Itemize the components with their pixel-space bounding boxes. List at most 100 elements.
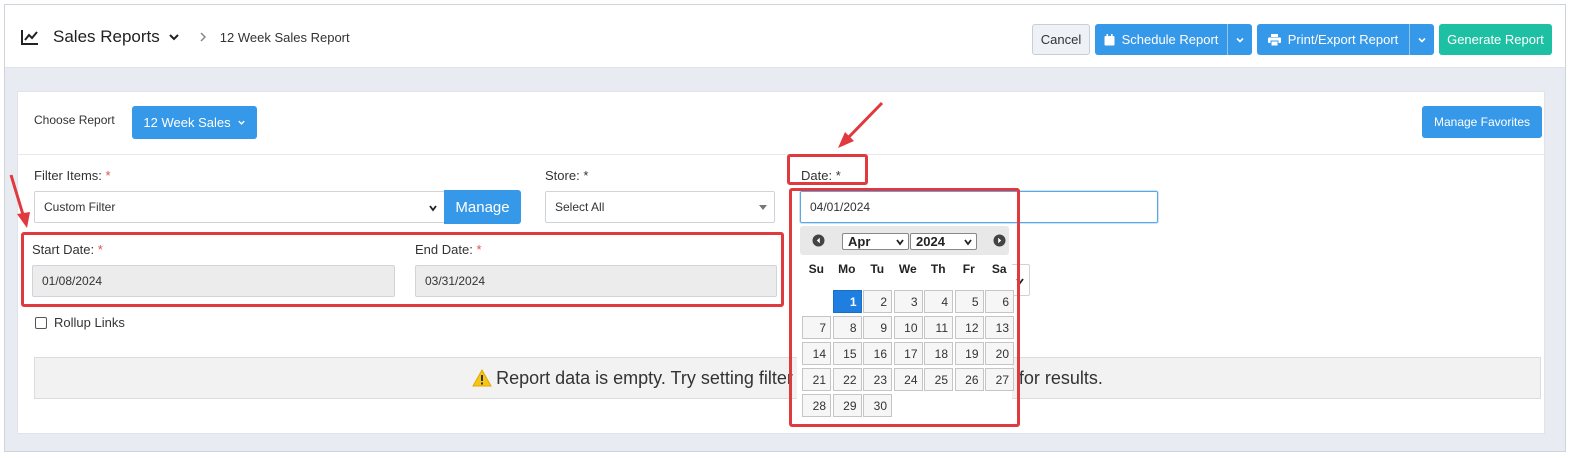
calendar-day[interactable]: 17 [893, 342, 923, 365]
calendar-day[interactable]: 29 [832, 394, 862, 417]
required-mark: * [105, 168, 111, 183]
page-header: Sales Reports 12 Week Sales Report [21, 27, 350, 47]
weekday-label: Tu [870, 262, 885, 276]
chevron-down-icon [237, 120, 245, 125]
breadcrumb: 12 Week Sales Report [219, 29, 350, 45]
calendar-day[interactable]: 20 [985, 342, 1014, 365]
store-label: Store: * [545, 168, 588, 183]
line-chart-icon [21, 30, 38, 45]
weekday-header: Su Mo Tu We Th Fr Sa [801, 262, 1015, 276]
calendar-day[interactable]: 30 [863, 394, 892, 417]
divider [18, 154, 1544, 155]
chevron-down-icon [1418, 37, 1426, 43]
dropdown-arrow-icon [759, 205, 767, 210]
calendar-day[interactable]: 15 [832, 342, 862, 365]
end-date-input[interactable]: 03/31/2024 [415, 265, 777, 297]
filter-items-label-text: Filter Items: [34, 168, 102, 183]
date-value: 04/01/2024 [810, 200, 871, 214]
manage-filter-button[interactable]: Manage [444, 190, 521, 224]
schedule-dropdown-toggle[interactable] [1227, 24, 1252, 55]
calendar-day[interactable]: 25 [924, 368, 953, 391]
datepicker-popup: Apr 2024 Su Mo Tu We Th Fr Sa 1 2 3 4 5 6 7 8 9 10 11 12 1… [797, 226, 1015, 421]
generate-report-button[interactable]: Generate Report [1439, 24, 1552, 55]
required-mark: * [97, 242, 103, 257]
calendar-day[interactable]: 24 [893, 368, 923, 391]
top-bar: Sales Reports 12 Week Sales Report Cance… [5, 5, 1565, 68]
calendar-day[interactable]: 3 [893, 290, 923, 313]
chevron-down-icon[interactable] [168, 31, 180, 43]
chevron-down-icon [1236, 37, 1244, 43]
calendar-day[interactable]: 16 [863, 342, 892, 365]
calendar-day[interactable]: 2 [863, 290, 892, 313]
rollup-links-label[interactable]: Rollup Links [54, 315, 125, 330]
calendar-icon [1104, 33, 1115, 45]
calendar-day[interactable]: 12 [954, 316, 984, 339]
page-title[interactable]: Sales Reports [53, 27, 160, 47]
required-mark: * [583, 168, 589, 183]
start-date-value: 01/08/2024 [42, 274, 103, 288]
empty-message-text-start: Report data is empty. Try setting filter [496, 367, 793, 388]
year-select[interactable]: 2024 [910, 233, 977, 250]
calendar-day[interactable]: 22 [832, 368, 862, 391]
empty-report-message: Report data is empty. Try setting filter… [34, 357, 1541, 399]
required-mark: * [835, 168, 841, 183]
choose-report-label: Choose Report [34, 113, 115, 127]
calendar-day[interactable]: 7 [802, 316, 831, 339]
print-export-label: Print/Export Report [1287, 32, 1399, 47]
report-select-label: 12 Week Sales [143, 115, 231, 130]
app-window: Sales Reports 12 Week Sales Report Cance… [4, 4, 1566, 452]
month-select[interactable]: Apr [842, 233, 909, 250]
date-input[interactable]: 04/01/2024 [800, 191, 1158, 223]
manage-favorites-button[interactable]: Manage Favorites [1422, 106, 1542, 138]
calendar-day[interactable]: 1 [832, 290, 862, 313]
end-date-label: End Date: * [415, 242, 482, 257]
start-date-input[interactable]: 01/08/2024 [32, 265, 395, 297]
rollup-links-checkbox[interactable] [35, 317, 47, 329]
date-label-text: Date: [801, 168, 833, 183]
filter-items-select[interactable]: Custom Filter [34, 191, 445, 223]
chevron-down-icon [1016, 278, 1024, 285]
chevron-down-icon [429, 205, 437, 212]
chevron-down-icon [964, 239, 972, 246]
calendar-day[interactable]: 8 [832, 316, 862, 339]
calendar-day[interactable]: 10 [893, 316, 923, 339]
calendar-day[interactable]: 14 [802, 342, 831, 365]
calendar-day[interactable]: 4 [924, 290, 953, 313]
chevron-down-icon [896, 239, 904, 246]
calendar-day[interactable]: 6 [985, 290, 1014, 313]
filter-items-value: Custom Filter [44, 200, 116, 214]
report-select-button[interactable]: 12 Week Sales [132, 106, 257, 139]
calendar-day[interactable]: 27 [985, 368, 1014, 391]
empty-message-text-end: for results. [1018, 367, 1103, 388]
cancel-button[interactable]: Cancel [1032, 24, 1090, 55]
store-label-text: Store: [545, 168, 580, 183]
weekday-label: Su [808, 262, 824, 276]
calendar-day[interactable]: 13 [985, 316, 1014, 339]
start-date-label: Start Date: * [32, 242, 103, 257]
schedule-report-button[interactable]: Schedule Report [1095, 24, 1252, 55]
year-value: 2024 [916, 234, 945, 249]
chevron-right-icon [200, 32, 206, 42]
start-date-label-text: Start Date: [32, 242, 95, 257]
calendar-day[interactable]: 21 [802, 368, 831, 391]
datepicker-header: Apr 2024 [800, 226, 1009, 255]
calendar-day[interactable]: 23 [863, 368, 892, 391]
prev-month-icon[interactable] [812, 234, 825, 247]
calendar-day[interactable]: 9 [863, 316, 892, 339]
print-export-button[interactable]: Print/Export Report [1257, 24, 1434, 55]
next-month-icon[interactable] [993, 234, 1006, 247]
filter-items-label: Filter Items: * [34, 168, 111, 183]
required-mark: * [476, 242, 482, 257]
calendar-day[interactable]: 11 [924, 316, 953, 339]
calendar-day[interactable]: 18 [924, 342, 953, 365]
weekday-label: Sa [991, 262, 1007, 276]
store-select[interactable]: Select All [545, 191, 775, 223]
date-label: Date: * [801, 168, 841, 183]
calendar-day[interactable]: 19 [954, 342, 984, 365]
end-date-label-text: End Date: [415, 242, 473, 257]
calendar-day[interactable]: 28 [802, 394, 831, 417]
print-dropdown-toggle[interactable] [1409, 24, 1434, 55]
calendar-day[interactable]: 5 [954, 290, 984, 313]
calendar-day[interactable]: 26 [954, 368, 984, 391]
report-panel: Choose Report 12 Week Sales Manage Favor… [17, 91, 1545, 434]
